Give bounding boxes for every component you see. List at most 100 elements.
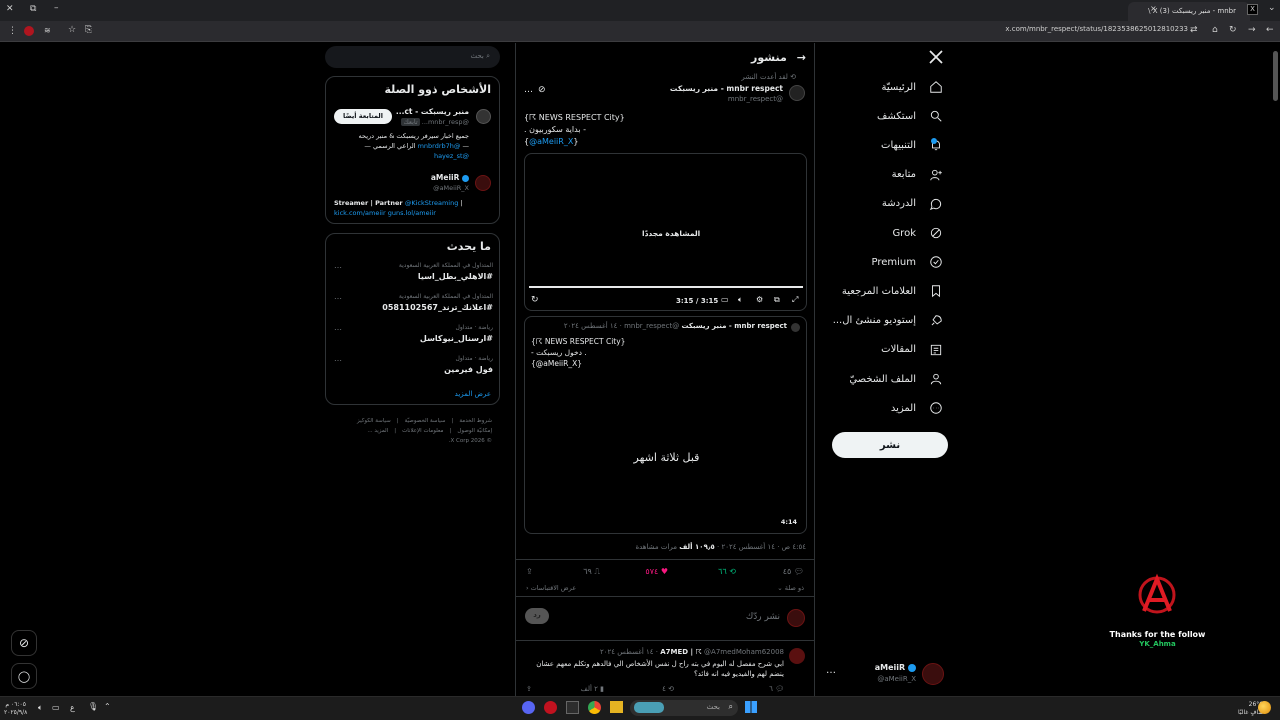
footer-link[interactable]: شروط الخدمة (459, 418, 492, 424)
nav-item-search[interactable]: استكشف (877, 105, 944, 127)
author-handle[interactable]: @mnbr_respect (728, 95, 783, 103)
forward-icon[interactable]: → (1248, 26, 1256, 35)
search-box[interactable]: ⌕ بحث (325, 46, 500, 68)
reply-views[interactable]: ٢ ألف ▮ (581, 685, 604, 693)
language-indicator[interactable]: ع (70, 703, 75, 712)
nav-item-more[interactable]: المزيد (891, 397, 944, 419)
xbox-app-icon[interactable] (566, 701, 579, 714)
nav-item-premium[interactable]: Premium (872, 251, 945, 273)
video-progress-track[interactable] (529, 286, 803, 288)
taskbar-search[interactable]: بحث ⌕ (630, 700, 738, 716)
nav-item-bookmark[interactable]: العلامات المرجعية (842, 280, 944, 302)
chrome-app-icon[interactable] (588, 701, 601, 714)
footer-link[interactable]: إمكانيّة الوصول (457, 428, 492, 434)
quoted-post[interactable]: mnbr respect - منبر ريسبكت @mnbr_respect… (524, 316, 807, 534)
x-logo-icon[interactable] (928, 49, 944, 65)
footer-link[interactable]: سياسة الخصوصيّة (405, 418, 446, 424)
follow-back-button[interactable]: المتابعة أيضًا (334, 109, 392, 124)
network-tray-icon[interactable]: ▭ (52, 703, 60, 712)
tab-menu-icon[interactable]: ⌄ (1268, 4, 1276, 13)
nav-item-grok[interactable]: Grok (892, 222, 944, 244)
popout-icon[interactable]: ⧉ (774, 295, 780, 305)
trend-item[interactable]: رياضة · متداول فول فيرمين… (326, 354, 501, 383)
browser-tab[interactable]: mnbr - منبر ريسبكت (3) X \ (1128, 2, 1250, 21)
minimize-window-icon[interactable]: – (54, 4, 59, 13)
trend-more-icon[interactable]: … (334, 261, 342, 270)
share-action[interactable]: ⇪ (526, 567, 533, 576)
search-input[interactable]: ⌕ بحث (471, 52, 491, 61)
trend-item[interactable]: المتداول في المملكة العربية السعودية #اعل… (326, 292, 501, 321)
fullscreen-icon[interactable]: ⤢ (792, 295, 798, 305)
footer-link[interactable]: معلومات الإعلانات (402, 428, 443, 434)
home-button-icon[interactable]: ⌂ (1212, 26, 1218, 35)
like-action[interactable]: ٥٧٤ ♥ (645, 567, 668, 576)
person-avatar[interactable] (475, 175, 491, 191)
reply-avatar[interactable] (789, 648, 805, 664)
reply-repost-count[interactable]: ٤ ⟲ (662, 685, 674, 693)
footer-link[interactable]: سياسة الكوكيز (357, 418, 391, 424)
account-more-icon[interactable]: … (826, 665, 836, 676)
trend-more-icon[interactable]: … (334, 354, 342, 363)
replay-icon[interactable]: ↻ (531, 295, 539, 305)
show-more-link[interactable]: عرض المزيد (455, 390, 491, 398)
site-settings-icon[interactable]: ⇄ (1190, 26, 1198, 35)
restore-window-icon[interactable]: ⧉ (30, 5, 36, 14)
nav-item-rocket[interactable]: إستوديو منشئ ال... (833, 310, 944, 332)
page-scrollbar[interactable] (1273, 51, 1278, 101)
show-hidden-icons[interactable]: ⌃ (104, 702, 111, 711)
author-avatar[interactable] (789, 85, 805, 101)
person-name[interactable]: aMeiiR (431, 173, 469, 182)
trend-more-icon[interactable]: … (334, 323, 342, 332)
trend-more-icon[interactable]: … (334, 292, 342, 301)
grok-float-icon[interactable]: ⊘ (11, 630, 37, 656)
settings-icon[interactable]: ⚙ (756, 295, 763, 304)
nav-item-person-add[interactable]: متابعة (892, 164, 944, 186)
replies-sort[interactable]: ذو صلة ⌄ (777, 584, 804, 592)
reply-button[interactable]: رد (525, 608, 549, 624)
trend-item[interactable]: المتداول في المملكة العربية السعودية #الا… (326, 261, 501, 290)
address-bar[interactable]: x.com/mnbr_respect/status/18235386250128… (1005, 25, 1188, 33)
nav-item-home[interactable]: الرئيسيّة (882, 76, 944, 98)
person-avatar[interactable] (476, 109, 491, 124)
obs-app-icon[interactable] (544, 701, 557, 714)
grok-icon[interactable]: ⊘ (538, 85, 546, 95)
captions-icon[interactable]: ▭ (721, 295, 729, 304)
back-icon[interactable]: ← (1266, 26, 1274, 35)
reload-icon[interactable]: ↻ (1229, 26, 1237, 35)
start-button-icon[interactable] (745, 701, 757, 713)
reply-share-icon[interactable]: ⇪ (526, 685, 532, 693)
clock[interactable]: ٠٦:٠٥ م ٢٠٢٥/٩/٨ (4, 701, 27, 717)
video-player[interactable]: المشاهدة مجددًا ↻ 3:15 / 3:15 ▭ 🔈︎ ⚙ ⧉ ⤢ (524, 153, 807, 311)
browser-menu-icon[interactable]: ⋮ (8, 27, 17, 36)
post-more-icon[interactable]: … (524, 85, 533, 95)
replay-button[interactable]: المشاهدة مجددًا (635, 226, 707, 241)
file-explorer-icon[interactable] (610, 701, 623, 713)
mic-tray-icon[interactable]: 🎙︎ (88, 702, 98, 711)
star-icon[interactable]: ☆ (68, 26, 76, 35)
person-name[interactable]: منبر ريسبكت - ct... (396, 107, 469, 116)
reply-action[interactable]: ٤٥ 💬︎ (783, 567, 804, 576)
author-name[interactable]: mnbr respect - منبر ريسبكت (670, 84, 783, 93)
quotes-link[interactable]: عرض الاقتباسات ‹ (526, 584, 576, 592)
footer-link[interactable]: المزيد ... (367, 428, 388, 434)
nav-item-profile[interactable]: الملف الشخصيّ (849, 368, 944, 390)
volume-icon[interactable]: 🔈︎ (738, 295, 743, 305)
nav-item-chat[interactable]: الدردشة (882, 193, 944, 215)
reply-reply-count[interactable]: ٦ 💬︎ (769, 685, 784, 693)
reply-input[interactable]: نشر ردّك (746, 612, 780, 622)
nav-item-article[interactable]: المقالات (881, 339, 944, 361)
back-button[interactable]: → (797, 51, 806, 64)
bookmark-action[interactable]: ٦٩ ⎍ (583, 567, 600, 577)
share-icon[interactable]: ⎘ (85, 26, 92, 35)
extensions-icon[interactable]: ≋ (44, 27, 51, 35)
trend-item[interactable]: رياضة · متداول #ارسنال_نيوكاسل… (326, 323, 501, 352)
repost-action[interactable]: ٦٦ ⟲ (718, 567, 736, 576)
volume-tray-icon[interactable]: 🔈︎ (38, 703, 43, 713)
account-switcher[interactable]: aMeiiR @aMeiiR_X (875, 661, 950, 687)
chat-float-icon[interactable]: ◯ (11, 663, 37, 689)
post-button[interactable]: نشر (832, 432, 948, 458)
profile-avatar-icon[interactable] (24, 26, 34, 36)
close-window-icon[interactable]: ✕ (6, 5, 14, 14)
tab-close-button[interactable]: × (1150, 5, 1157, 13)
taskbar-search-input[interactable]: بحث (707, 703, 720, 711)
